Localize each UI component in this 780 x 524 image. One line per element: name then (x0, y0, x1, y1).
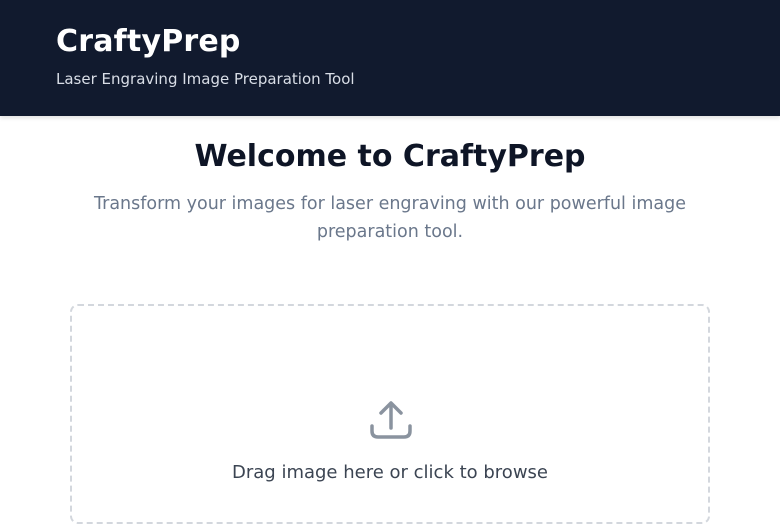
welcome-description: Transform your images for laser engravin… (94, 194, 686, 242)
upload-icon (370, 401, 412, 439)
image-dropzone[interactable]: Drag image here or click to browse (70, 304, 710, 524)
app-subtitle: Laser Engraving Image Preparation Tool (56, 70, 355, 88)
dropzone-label: Drag image here or click to browse (232, 462, 548, 483)
welcome-title: Welcome to CraftyPrep (194, 139, 586, 174)
app-title: CraftyPrep (56, 24, 241, 59)
main-content: Welcome to CraftyPrep Transform your ima… (0, 116, 780, 246)
app-header: CraftyPrep Laser Engraving Image Prepara… (0, 0, 780, 116)
